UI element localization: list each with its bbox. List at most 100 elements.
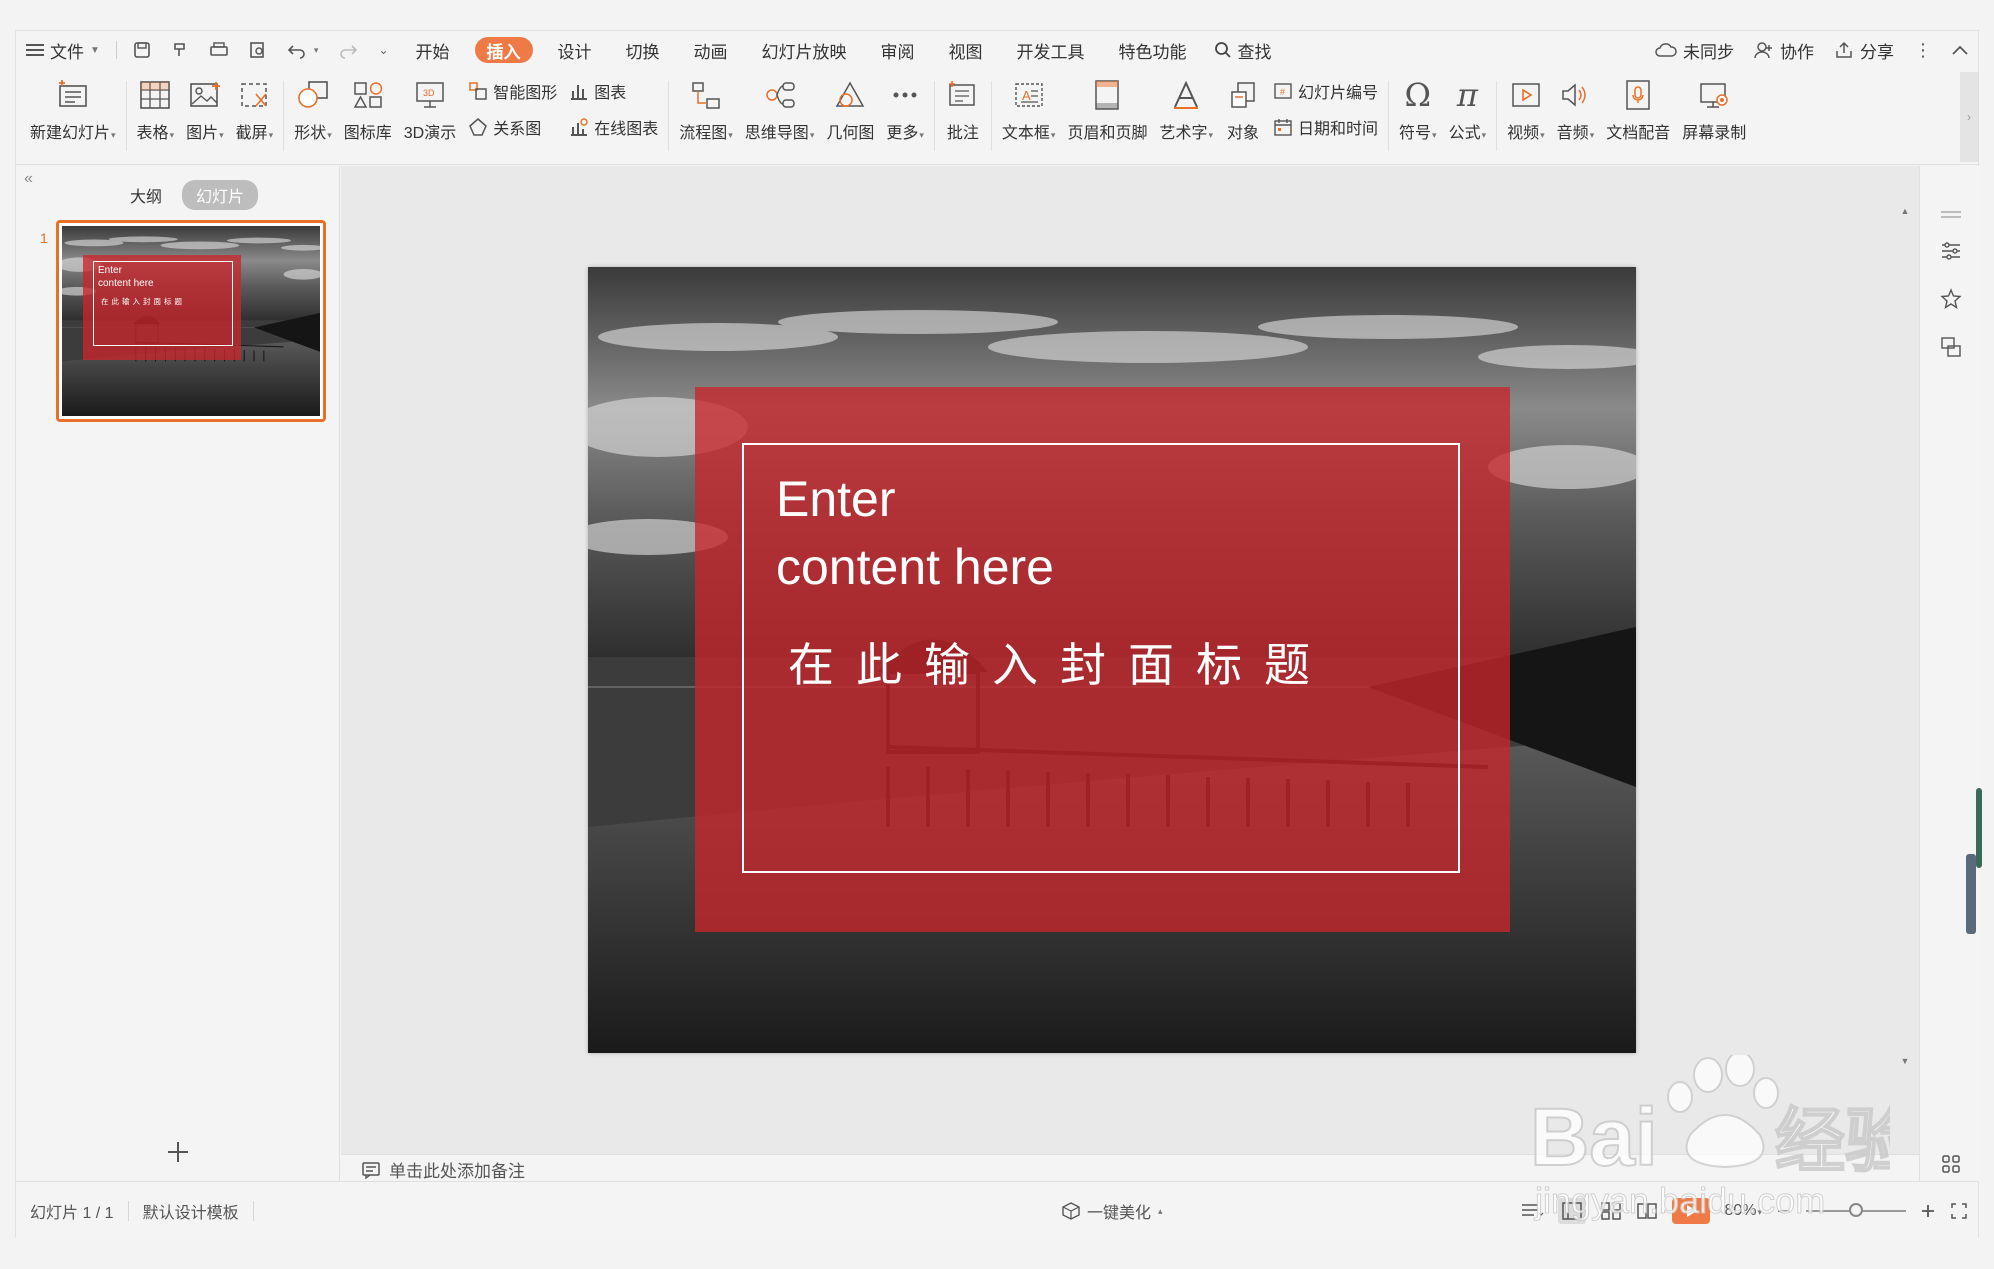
- tab-home[interactable]: 开始: [399, 31, 467, 69]
- vertical-scrollbar[interactable]: ▲ ▼: [1897, 206, 1913, 1086]
- smart-shape-button[interactable]: 智能图形: [468, 77, 557, 105]
- slides-panel: « 大纲 幻灯片 1 Enter content here 在此输入封面标题: [16, 166, 340, 1181]
- tab-developer[interactable]: 开发工具: [1000, 31, 1102, 69]
- chart-column: 图表 在线图表: [563, 69, 664, 165]
- collapse-ribbon-button[interactable]: [1942, 31, 1978, 69]
- relation-chart-button[interactable]: 关系图: [468, 113, 557, 141]
- format-painter-button[interactable]: [161, 31, 199, 69]
- object-button[interactable]: 对象: [1219, 69, 1267, 165]
- share-button[interactable]: 分享: [1824, 31, 1904, 69]
- table-button[interactable]: 表格▾: [131, 69, 181, 165]
- header-footer-button[interactable]: 页眉和页脚: [1061, 69, 1153, 165]
- sidebar-edge-tab[interactable]: [1966, 854, 1976, 934]
- ribbon-scroll-right[interactable]: ›: [1960, 72, 1978, 162]
- tab-features[interactable]: 特色功能: [1102, 31, 1204, 69]
- zoom-slider[interactable]: [1806, 1203, 1906, 1217]
- new-slide-button[interactable]: 新建幻灯片▾: [24, 69, 122, 165]
- symbol-button[interactable]: Ω 符号▾: [1393, 69, 1443, 165]
- tab-slides[interactable]: 幻灯片: [182, 180, 259, 210]
- print-button[interactable]: [199, 31, 239, 69]
- formula-button[interactable]: π 公式▾: [1443, 69, 1493, 165]
- icon-library-label: 图标库: [343, 125, 392, 142]
- more-options-button[interactable]: ⋮: [1904, 31, 1942, 69]
- more-label: 更多▾: [886, 125, 924, 142]
- notes-toggle-icon[interactable]: [1520, 1202, 1544, 1220]
- tab-slideshow[interactable]: 幻灯片放映: [745, 31, 864, 69]
- date-time-button[interactable]: 日期和时间: [1273, 113, 1378, 141]
- normal-view-icon[interactable]: [1558, 1198, 1587, 1224]
- slideshow-play-button[interactable]: [1672, 1198, 1711, 1224]
- properties-icon[interactable]: [1938, 238, 1964, 264]
- flowchart-button[interactable]: 流程图▾: [673, 69, 739, 165]
- animation-star-icon[interactable]: [1938, 286, 1964, 312]
- slide-number-button[interactable]: # 幻灯片编号: [1273, 77, 1378, 105]
- textbox-button[interactable]: A 文本框▾: [996, 69, 1062, 165]
- customize-toolbar-button[interactable]: ⌄: [368, 31, 398, 69]
- zoom-in-icon[interactable]: [1920, 1203, 1936, 1219]
- shape-icon: [295, 75, 331, 115]
- 3d-demo-button[interactable]: 3D 3D演示: [398, 69, 462, 165]
- undo-button[interactable]: ▾: [277, 31, 329, 69]
- slide-thumbnail[interactable]: Enter content here 在此输入封面标题: [56, 220, 326, 422]
- tab-label: 开始: [415, 42, 450, 62]
- smart-shape-icon: [468, 81, 488, 101]
- online-chart-button[interactable]: 在线图表: [569, 113, 658, 141]
- file-menu[interactable]: 文件 ▼: [16, 31, 110, 69]
- hamburger-icon: [26, 43, 44, 57]
- geometry-button[interactable]: 几何图: [820, 69, 880, 165]
- notes-pane[interactable]: 单击此处添加备注: [341, 1154, 1919, 1184]
- save-button[interactable]: [123, 31, 161, 69]
- zoom-slider-thumb[interactable]: [1849, 1203, 1863, 1217]
- fit-window-icon[interactable]: [1950, 1202, 1968, 1220]
- thumbnail-subtitle: 在此输入封面标题: [101, 297, 185, 306]
- video-button[interactable]: 视频▾: [1501, 69, 1551, 165]
- zoom-level[interactable]: 80%▾: [1724, 1202, 1762, 1220]
- add-slide-button[interactable]: [166, 1138, 190, 1172]
- tab-review[interactable]: 审阅: [864, 31, 932, 69]
- tab-label: 切换: [625, 42, 660, 62]
- picture-button[interactable]: 图片▾: [180, 69, 230, 165]
- slide-sorter-icon[interactable]: [1600, 1201, 1622, 1221]
- object-icon: [1225, 75, 1261, 115]
- mindmap-button[interactable]: 思维导图▾: [739, 69, 821, 165]
- slide-subtitle[interactable]: 在此输入封面标题: [788, 629, 1332, 695]
- tab-view[interactable]: 视图: [932, 31, 1000, 69]
- reading-view-icon[interactable]: [1636, 1201, 1658, 1221]
- screen-record-button[interactable]: 屏幕录制: [1676, 69, 1752, 165]
- print-preview-button[interactable]: [239, 31, 277, 69]
- icon-library-button[interactable]: 图标库: [338, 69, 398, 165]
- scroll-down-arrow[interactable]: ▼: [1897, 1056, 1913, 1066]
- wordart-button[interactable]: 艺术字▾: [1153, 69, 1219, 165]
- notes-icon: [361, 1161, 381, 1179]
- tab-design[interactable]: 设计: [541, 31, 609, 69]
- comment-button[interactable]: 批注: [939, 69, 987, 165]
- collaborate-button[interactable]: 协作: [1744, 31, 1824, 69]
- doc-voice-button[interactable]: 文档配音: [1600, 69, 1676, 165]
- search-button[interactable]: 查找: [1204, 31, 1282, 69]
- slide-title[interactable]: Enter content here: [776, 465, 1054, 601]
- screenshot-button[interactable]: 截屏▾: [230, 69, 280, 165]
- transition-icon[interactable]: [1938, 334, 1964, 360]
- audio-button[interactable]: 音频▾: [1551, 69, 1601, 165]
- share-icon: [1834, 41, 1854, 59]
- zoom-out-icon[interactable]: [1776, 1203, 1792, 1219]
- tab-transitions[interactable]: 切换: [609, 31, 677, 69]
- grid-apps-icon[interactable]: [1938, 1151, 1964, 1177]
- smart-graphic-column: 智能图形 关系图: [462, 69, 563, 165]
- beautify-button[interactable]: 一键美化 ▴: [1061, 1182, 1163, 1240]
- tab-outline[interactable]: 大纲: [116, 180, 176, 210]
- slide-1[interactable]: Enter content here 在此输入封面标题: [588, 267, 1636, 1053]
- shape-button[interactable]: 形状▾: [288, 69, 338, 165]
- format-painter-icon: [171, 41, 189, 59]
- template-name[interactable]: 默认设计模板: [129, 1199, 253, 1223]
- tab-animations[interactable]: 动画: [677, 31, 745, 69]
- scroll-up-arrow[interactable]: ▲: [1897, 206, 1913, 216]
- more-button[interactable]: 更多▾: [880, 69, 930, 165]
- tab-insert[interactable]: 插入: [474, 37, 533, 63]
- sync-button[interactable]: 未同步: [1645, 31, 1744, 69]
- relation-chart-label: 关系图: [493, 121, 542, 138]
- redo-button[interactable]: [328, 31, 368, 69]
- tab-label: 设计: [557, 42, 592, 62]
- sidebar-edge-tab[interactable]: [1976, 788, 1982, 868]
- chart-button[interactable]: 图表: [569, 77, 658, 105]
